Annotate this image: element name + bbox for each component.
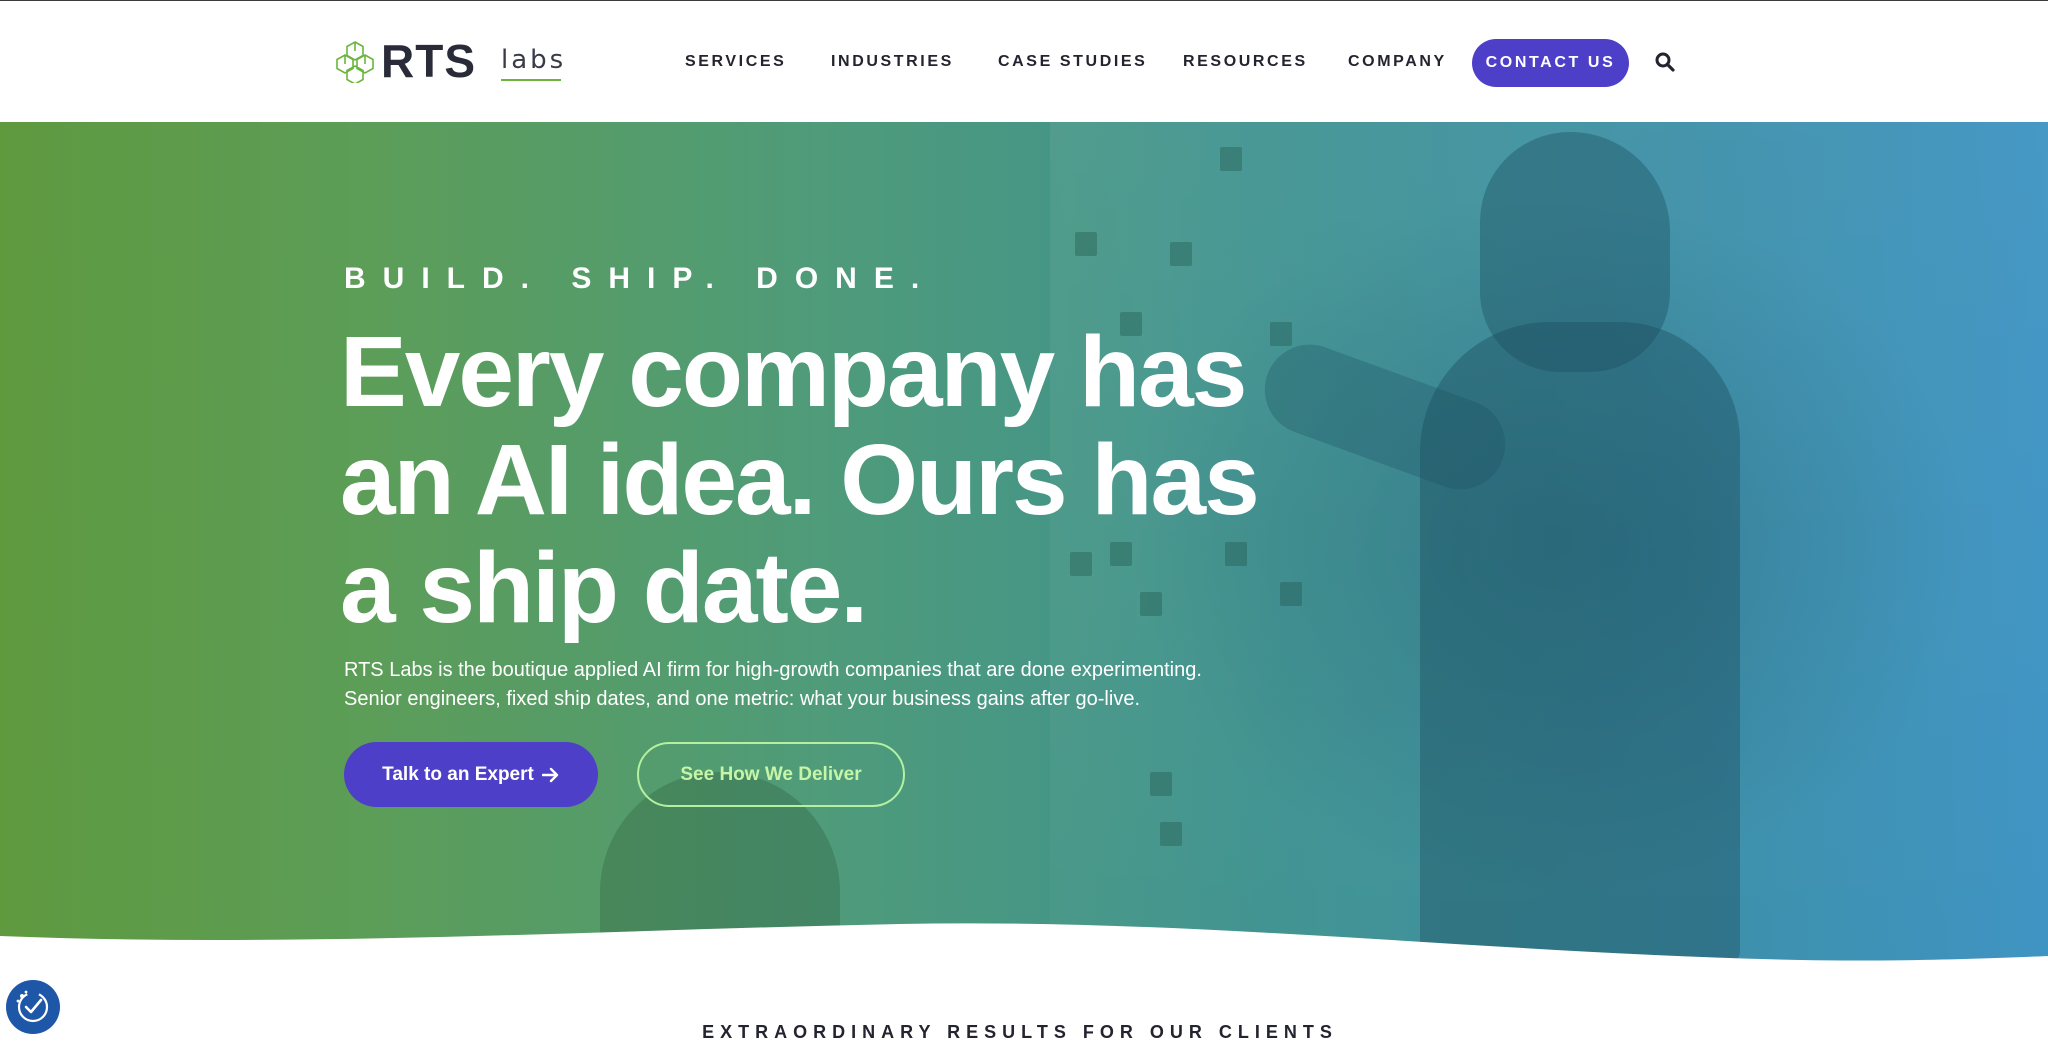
hero-tagline: BUILD. SHIP. DONE. <box>344 262 937 295</box>
logo-suffix: labs <box>501 45 567 75</box>
search-icon[interactable] <box>1655 52 1675 72</box>
logo-wordmark: RTS <box>381 35 476 87</box>
privacy-check-icon[interactable] <box>6 980 60 1034</box>
headline-line: a ship date. <box>340 532 868 644</box>
hex-cube-logo-icon <box>336 41 374 83</box>
arrow-right-icon <box>541 767 559 782</box>
nav-services[interactable]: SERVICES <box>685 53 786 71</box>
logo-underline <box>501 79 561 81</box>
hero-headline: Every company has an AI idea. Ours has a… <box>340 318 1340 642</box>
nav-case-studies[interactable]: CASE STUDIES <box>998 53 1147 71</box>
talk-to-expert-button[interactable]: Talk to an Expert <box>344 742 598 807</box>
headline-line: Every company has <box>340 316 1247 428</box>
rts-labs-logo[interactable]: RTS labs <box>333 35 567 87</box>
talk-to-expert-label: Talk to an Expert <box>382 763 534 785</box>
contact-us-button[interactable]: CONTACT US <box>1472 39 1629 87</box>
nav-company[interactable]: COMPANY <box>1348 53 1447 71</box>
headline-line: an AI idea. Ours has <box>340 424 1260 536</box>
see-how-we-deliver-button[interactable]: See How We Deliver <box>637 742 905 807</box>
results-section-label: EXTRAORDINARY RESULTS FOR OUR CLIENTS <box>702 1022 1338 1041</box>
nav-industries[interactable]: INDUSTRIES <box>831 53 954 71</box>
nav-resources[interactable]: RESOURCES <box>1183 53 1308 71</box>
hero-description: RTS Labs is the boutique applied AI firm… <box>344 656 1304 714</box>
description-line: RTS Labs is the boutique applied AI firm… <box>344 659 1202 681</box>
description-line: Senior engineers, fixed ship dates, and … <box>344 688 1140 710</box>
site-header: RTS labs SERVICES INDUSTRIES CASE STUDIE… <box>0 1 2048 122</box>
hero-wave-divider <box>0 923 2048 1041</box>
